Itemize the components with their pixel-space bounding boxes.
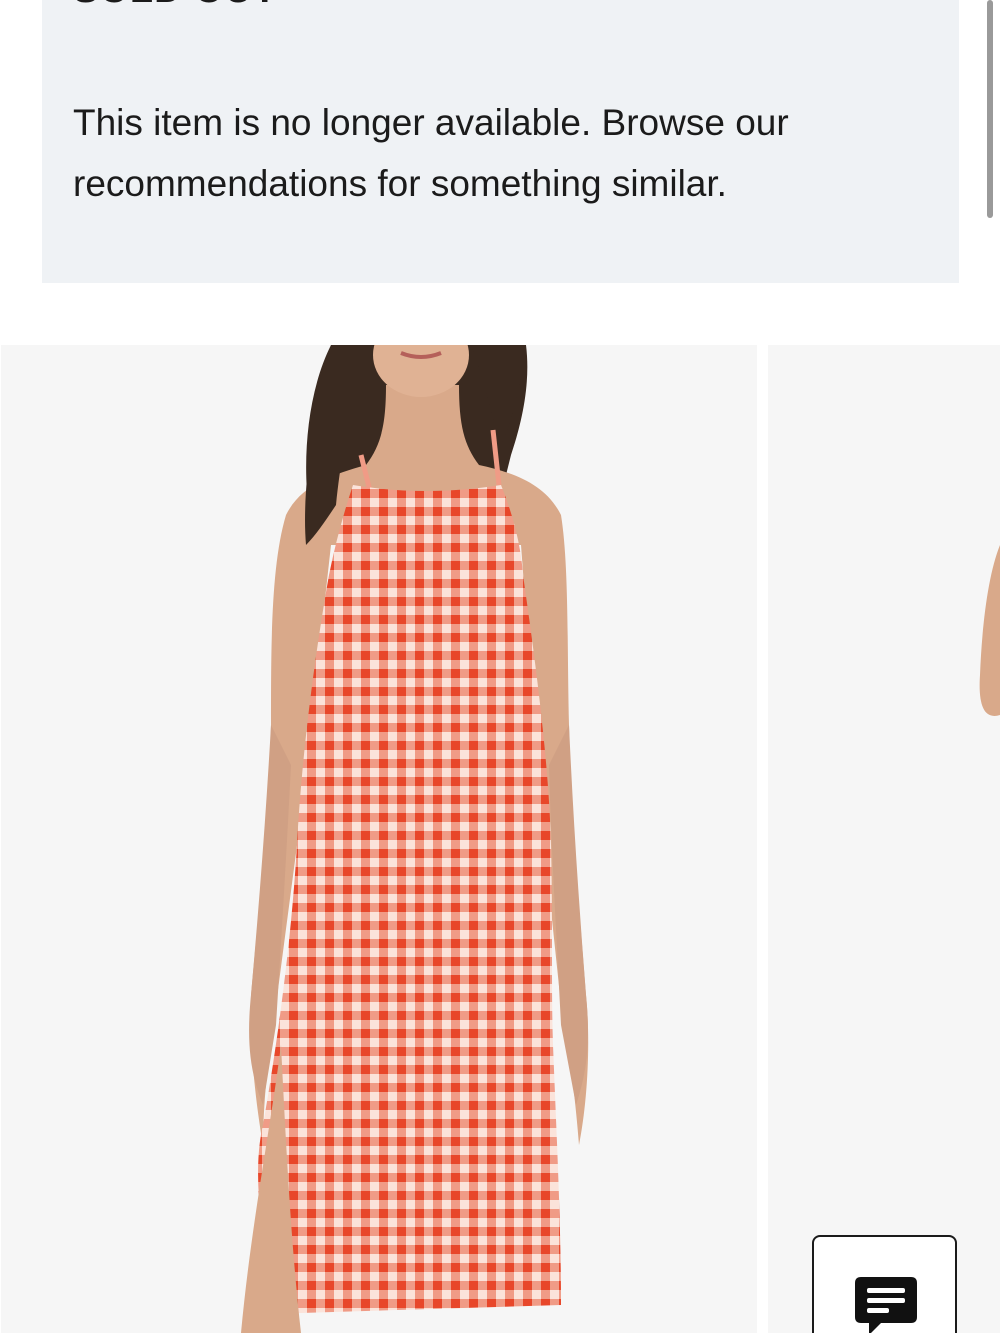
product-image-second-item[interactable] [768,345,1000,1333]
product-page: SOLD OUT This item is no longer availabl… [0,0,1000,1333]
page-scrollbar[interactable] [987,0,993,218]
chat-bubble-icon [855,1277,917,1333]
product-card-second-item[interactable] [768,345,1000,1333]
sold-out-notice: SOLD OUT This item is no longer availabl… [42,0,959,283]
sold-out-message: This item is no longer available. Browse… [73,102,789,204]
chat-button[interactable] [812,1235,957,1333]
product-image-gingham-dress[interactable] [1,345,757,1333]
sold-out-heading: SOLD OUT [73,0,277,14]
recommendations-carousel[interactable] [0,345,1000,1333]
product-card-gingham-dress[interactable] [1,345,757,1333]
